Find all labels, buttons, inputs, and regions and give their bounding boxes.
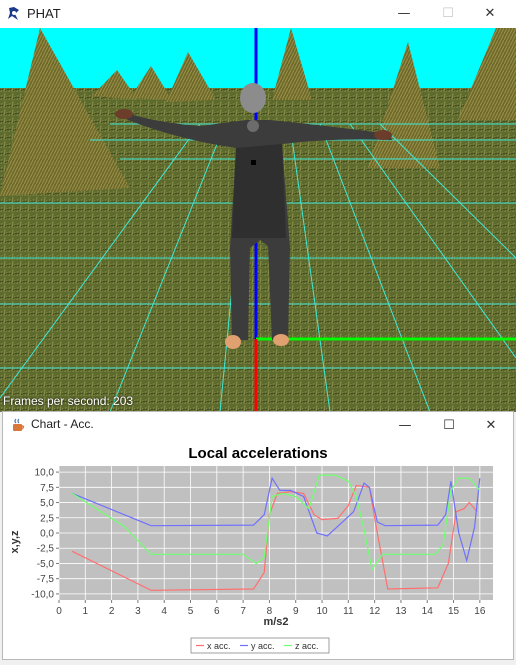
- x-axis-label: m/s2: [263, 616, 288, 628]
- y-tick-label: 5,0: [40, 498, 54, 509]
- y-tick-label: -7,5: [37, 574, 55, 585]
- x-tick-label: 5: [188, 606, 194, 617]
- x-tick-label: 0: [56, 606, 62, 617]
- y-tick-label: 0,0: [40, 529, 54, 540]
- y-tick-label: -10,0: [31, 589, 54, 600]
- x-tick-label: 13: [395, 606, 407, 617]
- x-tick-label: 9: [293, 606, 299, 617]
- x-tick-label: 8: [267, 606, 273, 617]
- y-tick-label: -2,5: [37, 544, 55, 555]
- x-tick-label: 2: [109, 606, 115, 617]
- close-button[interactable]: ✕: [469, 412, 513, 440]
- minimize-button[interactable]: —: [383, 412, 427, 440]
- y-tick-label: -5,0: [37, 559, 55, 570]
- chart-window: Chart - Acc. — ☐ ✕ Local accelerations x…: [2, 411, 514, 660]
- y-tick-label: 2,5: [40, 513, 54, 524]
- y-tick-label: 7,5: [40, 483, 54, 494]
- x-tick-label: 10: [316, 606, 328, 617]
- y-axis-label: x,y,z: [9, 530, 21, 554]
- legend-label: x acc.: [207, 641, 231, 651]
- fps-label: Frames per second: 203: [3, 394, 134, 408]
- window-title: PHAT: [27, 6, 61, 21]
- chart-titlebar[interactable]: Chart - Acc. — ☐ ✕: [3, 412, 513, 438]
- legend-label: y acc.: [251, 641, 275, 651]
- maximize-button[interactable]: ☐: [426, 0, 470, 28]
- chart-panel: Local accelerations x,y,z m/s2 012345678…: [3, 438, 513, 660]
- close-button[interactable]: ✕: [468, 0, 512, 28]
- x-tick-label: 4: [161, 606, 167, 617]
- chart-window-title: Chart - Acc.: [31, 417, 94, 431]
- x-tick-label: 12: [369, 606, 381, 617]
- 3d-viewport[interactable]: Frames per second: 203: [0, 28, 516, 412]
- x-tick-label: 15: [448, 606, 460, 617]
- minimize-button[interactable]: —: [382, 0, 426, 28]
- java-cup-icon: [13, 418, 25, 431]
- maximize-button[interactable]: ☐: [427, 412, 471, 440]
- main-titlebar[interactable]: PHAT — ☐ ✕: [0, 0, 516, 28]
- x-tick-label: 1: [83, 606, 89, 617]
- x-tick-label: 3: [135, 606, 141, 617]
- app-icon: [8, 7, 19, 20]
- y-tick-label: 10,0: [35, 468, 55, 479]
- x-tick-label: 16: [474, 606, 486, 617]
- x-tick-label: 11: [343, 606, 354, 617]
- x-tick-label: 6: [214, 606, 220, 617]
- legend-label: z acc.: [295, 641, 319, 651]
- main-window: PHAT — ☐ ✕ Frames per second: 203: [0, 0, 516, 412]
- sky: [0, 28, 516, 94]
- line-chart: Local accelerations x,y,z m/s2 012345678…: [9, 445, 493, 654]
- x-tick-label: 7: [240, 606, 246, 617]
- x-tick-label: 14: [422, 606, 434, 617]
- chart-title: Local accelerations: [188, 445, 327, 462]
